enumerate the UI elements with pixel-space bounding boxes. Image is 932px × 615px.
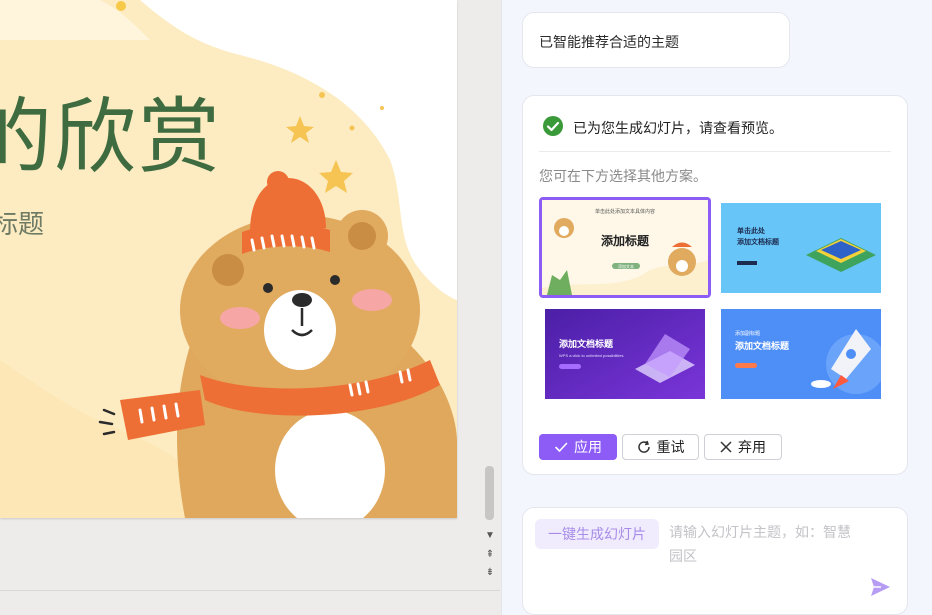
theme-option-3[interactable]: 添加文档标题 WPS a click to unlimited possibil… [545,309,705,399]
star-icon [286,116,314,143]
retry-button[interactable]: 重试 [622,434,699,460]
svg-text:添加文本: 添加文本 [618,263,634,269]
send-icon[interactable] [869,576,891,598]
check-circle-icon [543,116,563,136]
result-card: 已为您生成幻灯片，请查看预览。 您可在下方选择其他方案。 单击此处添加文本具体内… [522,95,908,475]
svg-text:WPS a click to unlimited possi: WPS a click to unlimited possibilities [559,353,623,358]
discard-label: 弃用 [738,439,766,455]
theme-preview-bear: 单击此处添加文本具体内容 添加标题 添加文本 [542,200,708,295]
result-hint: 您可在下方选择其他方案。 [539,168,707,184]
theme-preview-rocket: 添加副标题 添加文档标题 [721,309,881,399]
divider [539,151,891,152]
vertical-scrollbar-thumb[interactable] [485,466,494,520]
bear-illustration [98,92,457,518]
refresh-icon [637,440,650,453]
slide-canvas[interactable]: 的欣赏 标题 [0,0,457,518]
slide-editor: 的欣赏 标题 ▼ ⇞ ⇟ [0,0,500,615]
apply-button[interactable]: 应用 [539,434,617,460]
close-icon [720,441,732,453]
divider [0,590,500,591]
svg-text:单击此处: 单击此处 [737,226,766,235]
retry-label: 重试 [656,439,685,455]
prompt-input[interactable]: 请输入幻灯片主题，如：智慧园区 [669,520,859,568]
ai-assistant-panel: 已智能推荐合适的主题 已为您生成幻灯片，请查看预览。 您可在下方选择其他方案。 … [501,0,932,615]
svg-text:单击此处添加文本具体内容: 单击此处添加文本具体内容 [595,208,655,215]
apply-label: 应用 [574,439,602,455]
svg-text:添加副标题: 添加副标题 [735,330,760,337]
scroll-down-arrow-icon[interactable]: ▼ [484,530,496,542]
next-slide-icon[interactable]: ⇟ [484,567,496,579]
svg-text:添加文档标题: 添加文档标题 [735,340,790,351]
user-message-text: 已智能推荐合适的主题 [539,34,679,50]
result-heading: 已为您生成幻灯片，请查看预览。 [573,120,783,136]
svg-text:添加文档标题: 添加文档标题 [559,338,614,349]
prompt-input-box[interactable]: 一键生成幻灯片 请输入幻灯片主题，如：智慧园区 [522,507,908,615]
theme-option-2[interactable]: 单击此处 添加文档标题 [721,203,881,293]
svg-text:添加标题: 添加标题 [601,233,650,248]
theme-preview-purple: 添加文档标题 WPS a click to unlimited possibil… [545,309,705,399]
user-message-bubble: 已智能推荐合适的主题 [522,12,790,68]
discard-button[interactable]: 弃用 [704,434,782,460]
star-icon [319,160,353,193]
previous-slide-icon[interactable]: ⇞ [484,549,496,561]
svg-text:添加文档标题: 添加文档标题 [737,237,780,246]
theme-option-1[interactable]: 单击此处添加文本具体内容 添加标题 添加文本 [539,197,711,298]
theme-preview-isometric: 单击此处 添加文档标题 [721,203,881,293]
one-click-generate-button[interactable]: 一键生成幻灯片 [535,519,659,549]
theme-option-4[interactable]: 添加副标题 添加文档标题 [721,309,881,399]
check-icon [555,442,568,452]
